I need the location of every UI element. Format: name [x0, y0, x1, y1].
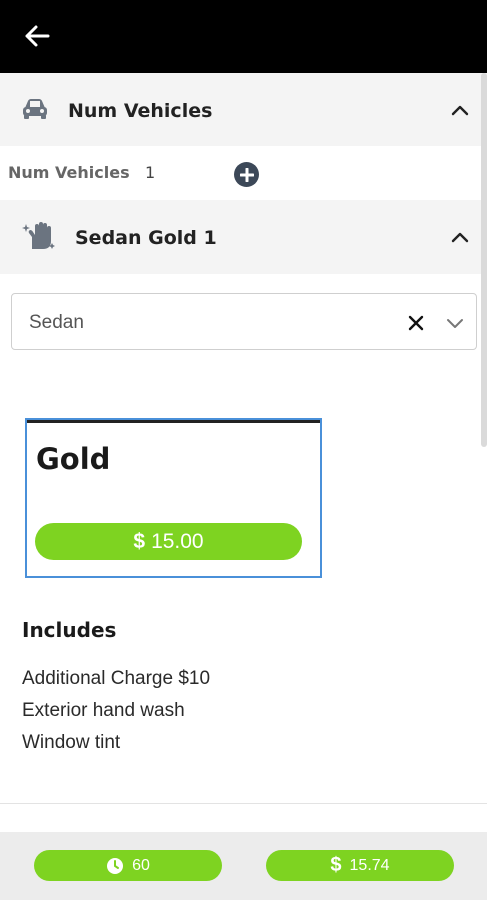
- arrow-left-icon: [25, 25, 50, 47]
- total-price-badge: $ 15.74: [266, 850, 454, 881]
- duration-badge: 60: [34, 850, 222, 881]
- plus-circle-icon: [239, 167, 254, 182]
- hand-sparkle-icon: [22, 221, 56, 251]
- close-icon: [408, 315, 424, 331]
- vehicle-count-value: 1: [145, 163, 156, 182]
- vehicle-type-select[interactable]: Sedan: [11, 293, 477, 350]
- back-button[interactable]: [22, 22, 52, 50]
- car-icon: [20, 97, 50, 121]
- app-header: [0, 0, 487, 73]
- add-vehicle-button[interactable]: [234, 162, 259, 187]
- content-divider: [0, 803, 487, 804]
- dollar-icon: $: [330, 854, 342, 876]
- vehicles-collapse-button[interactable]: [449, 99, 471, 121]
- package-card-gold[interactable]: Gold $ 15.00: [25, 418, 322, 578]
- chevron-up-icon: [451, 232, 469, 243]
- package-title: Gold: [36, 442, 111, 476]
- total-price-value: 15.74: [349, 856, 390, 874]
- vehicles-section-header[interactable]: Num Vehicles: [0, 73, 487, 146]
- footer-bar: 60 $ 15.74: [0, 832, 487, 900]
- package-price: 15.00: [151, 529, 204, 553]
- includes-list: Additional Charge $10 Exterior hand wash…: [22, 666, 210, 762]
- dropdown-toggle-button[interactable]: [444, 312, 466, 334]
- package-price-badge: $ 15.00: [35, 523, 302, 560]
- service-collapse-button[interactable]: [449, 226, 471, 248]
- includes-item: Window tint: [22, 732, 121, 753]
- vehicle-type-value: Sedan: [29, 312, 84, 333]
- service-section-header[interactable]: Sedan Gold 1: [0, 200, 487, 274]
- duration-value: 60: [132, 856, 150, 874]
- dollar-icon: $: [133, 529, 146, 553]
- clear-selection-button[interactable]: [405, 312, 427, 334]
- includes-item: Exterior hand wash: [22, 700, 185, 721]
- vehicle-count-label: Num Vehicles: [8, 163, 130, 182]
- service-section-title: Sedan Gold 1: [75, 227, 217, 249]
- scrollbar[interactable]: [481, 73, 487, 447]
- card-top-border: [27, 420, 320, 423]
- includes-heading: Includes: [22, 618, 117, 642]
- vehicles-section-title: Num Vehicles: [68, 100, 213, 122]
- clock-icon: [106, 857, 124, 875]
- includes-item: Additional Charge $10: [22, 668, 211, 689]
- chevron-up-icon: [451, 105, 469, 116]
- chevron-down-icon: [447, 319, 463, 328]
